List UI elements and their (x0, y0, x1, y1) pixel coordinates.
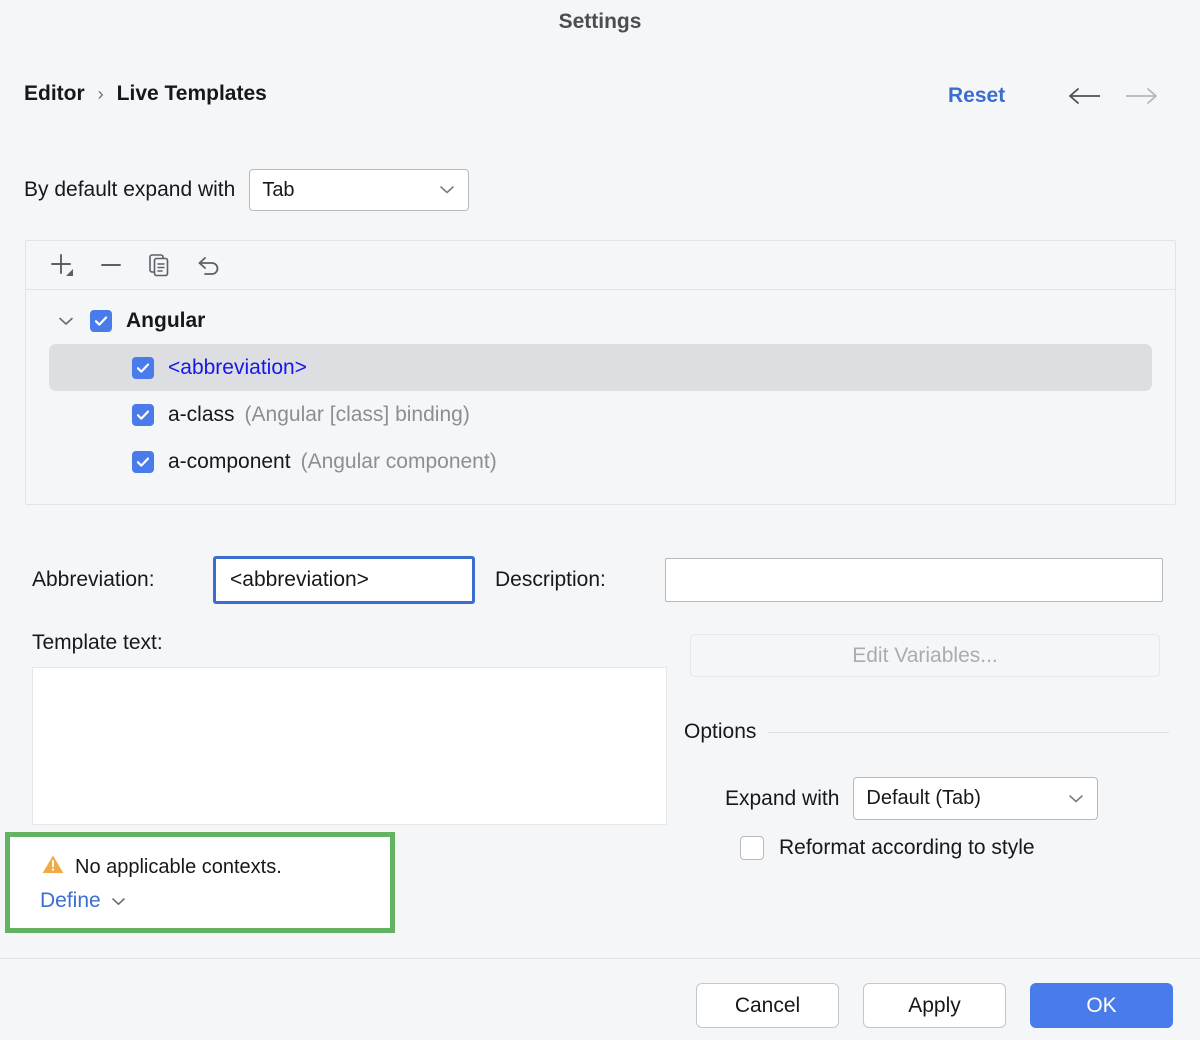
undo-icon (194, 250, 224, 280)
arrow-right-icon[interactable] (1124, 86, 1158, 106)
reset-link[interactable]: Reset (948, 84, 1005, 108)
template-name: a-component (168, 450, 291, 474)
applicable-contexts-box: No applicable contexts. Define (5, 832, 395, 933)
default-expand-value: Tab (262, 179, 294, 202)
apply-label: Apply (908, 994, 961, 1018)
tree-item-a-component[interactable]: a-component (Angular component) (26, 438, 1175, 485)
chevron-down-icon (110, 889, 127, 913)
template-text-label: Template text: (32, 631, 163, 655)
template-checkbox[interactable] (132, 357, 154, 379)
cancel-label: Cancel (735, 994, 800, 1018)
ok-label: OK (1086, 994, 1116, 1018)
no-contexts-warning: No applicable contexts. (41, 853, 282, 881)
options-divider (768, 732, 1169, 733)
default-expand-select[interactable]: Tab (249, 169, 469, 211)
define-label: Define (40, 889, 101, 913)
breadcrumb-separator-icon: › (96, 84, 106, 105)
chevron-down-icon (1067, 787, 1085, 810)
add-template-button[interactable] (40, 246, 84, 284)
description-input[interactable] (665, 558, 1163, 602)
plus-dropdown-icon (47, 250, 77, 280)
define-contexts-link[interactable]: Define (40, 889, 127, 913)
expand-with-row: Expand with Default (Tab) (725, 777, 1098, 820)
chevron-down-icon (438, 179, 456, 202)
dialog-buttons: Cancel Apply OK (696, 983, 1173, 1028)
cancel-button[interactable]: Cancel (696, 983, 839, 1028)
abbreviation-input[interactable]: <abbreviation> (213, 556, 475, 604)
no-contexts-text: No applicable contexts. (75, 856, 282, 879)
tree-item-abbreviation[interactable]: <abbreviation> (49, 344, 1152, 391)
options-section-header: Options (684, 720, 1169, 744)
template-checkbox[interactable] (132, 451, 154, 473)
live-templates-panel: Angular <abbreviation> a-class (Angular … (25, 240, 1176, 505)
template-name: <abbreviation> (168, 356, 307, 380)
window-title: Settings (0, 10, 1200, 34)
breadcrumb-current: Live Templates (117, 82, 267, 106)
remove-template-button[interactable] (89, 246, 133, 284)
minus-icon (96, 250, 126, 280)
expand-with-select[interactable]: Default (Tab) (853, 777, 1098, 820)
reformat-label: Reformat according to style (779, 836, 1035, 860)
group-checkbox-angular[interactable] (90, 310, 112, 332)
edit-variables-button[interactable]: Edit Variables... (690, 634, 1160, 677)
template-description: (Angular [class] binding) (245, 403, 470, 427)
tree-group-angular[interactable]: Angular (26, 297, 1175, 344)
chevron-down-icon[interactable] (54, 309, 78, 333)
templates-toolbar (26, 241, 1175, 290)
breadcrumb-root[interactable]: Editor (24, 82, 85, 106)
revert-template-button[interactable] (187, 246, 231, 284)
arrow-left-icon[interactable] (1068, 86, 1102, 106)
description-label: Description: (495, 568, 606, 592)
duplicate-template-button[interactable] (138, 246, 182, 284)
template-text-editor[interactable] (32, 667, 667, 825)
reformat-checkbox[interactable] (740, 836, 764, 860)
abbreviation-label: Abbreviation: (32, 568, 155, 592)
copy-icon (146, 251, 174, 279)
breadcrumb: Editor › Live Templates (24, 82, 267, 106)
tree-group-label: Angular (126, 309, 205, 333)
history-navigation (1068, 86, 1158, 106)
default-expand-label: By default expand with (24, 178, 235, 202)
default-expand-row: By default expand with Tab (24, 169, 469, 211)
template-name: a-class (168, 403, 235, 427)
footer-divider (0, 958, 1200, 959)
abbreviation-value: <abbreviation> (230, 568, 369, 592)
template-checkbox[interactable] (132, 404, 154, 426)
warning-triangle-icon (41, 853, 65, 881)
template-description: (Angular component) (301, 450, 497, 474)
options-title: Options (684, 720, 756, 744)
expand-with-value: Default (Tab) (866, 787, 981, 810)
templates-tree: Angular <abbreviation> a-class (Angular … (26, 290, 1175, 485)
ok-button[interactable]: OK (1030, 983, 1173, 1028)
apply-button[interactable]: Apply (863, 983, 1006, 1028)
edit-variables-label: Edit Variables... (852, 644, 998, 668)
tree-item-a-class[interactable]: a-class (Angular [class] binding) (26, 391, 1175, 438)
expand-with-label: Expand with (725, 787, 839, 811)
reformat-option-row[interactable]: Reformat according to style (740, 836, 1035, 860)
